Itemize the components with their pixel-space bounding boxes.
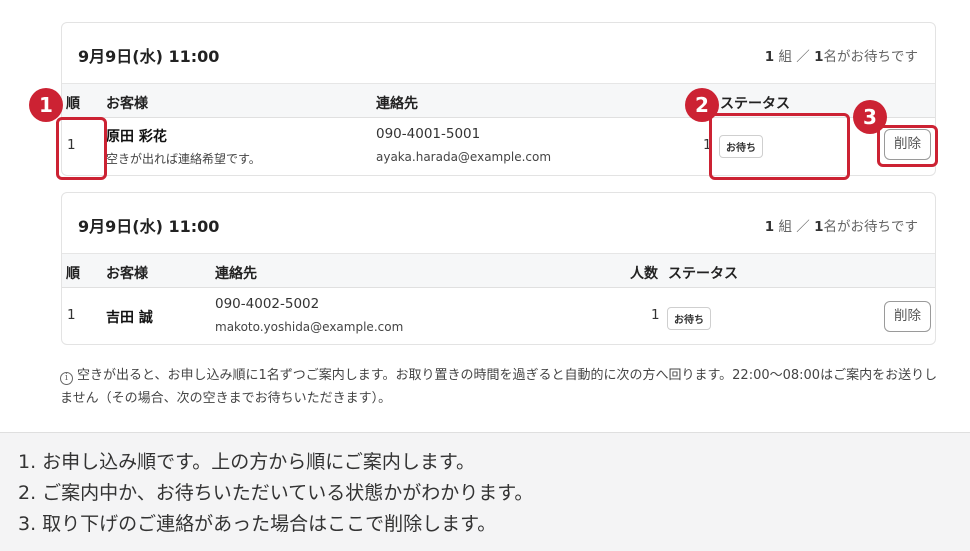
header-customer: お客様 — [106, 96, 148, 112]
notice-text: 空きが出ると、お申し込み順に1名ずつご案内します。お取り置きの時間を過ぎると自動… — [60, 368, 938, 406]
legend-item-3: 3. 取り下げのご連絡があった場合はここで削除します。 — [18, 513, 497, 535]
waiting-count: 1 組 ／ 1名がお待ちです — [764, 49, 918, 65]
customer-email: makoto.yoshida@example.com — [215, 320, 404, 334]
marker-2: 2 — [685, 88, 719, 122]
customer-name: 原田 彩花 — [106, 129, 167, 145]
highlight-delete — [877, 125, 938, 167]
header-contact: 連絡先 — [376, 96, 418, 112]
row-order: 1 — [67, 307, 76, 323]
queue-notice: i 空きが出ると、お申し込み順に1名ずつご案内します。お取り置きの時間を過ぎると自… — [60, 364, 940, 410]
info-icon: i — [60, 372, 73, 385]
waitlist-card-2: 9月9日(水) 11:00 1 組 ／ 1名がお待ちです 順 お客様 連絡先 人… — [61, 192, 936, 345]
waiting-count: 1 組 ／ 1名がお待ちです — [764, 219, 918, 235]
card-header: 9月9日(水) 11:00 1 組 ／ 1名がお待ちです — [62, 193, 935, 254]
header-order: 順 — [66, 96, 80, 112]
card-header: 9月9日(水) 11:00 1 組 ／ 1名がお待ちです — [62, 23, 935, 84]
slot-title: 9月9日(水) 11:00 — [78, 47, 220, 66]
legend-panel: 1. お申し込み順です。上の方から順にご案内します。 2. ご案内中か、お待ちい… — [0, 432, 970, 551]
party-size: 1 — [651, 307, 660, 323]
legend-item-2: 2. ご案内中か、お待ちいただいている状態かがわかります。 — [18, 482, 534, 504]
header-people: 人数 — [630, 266, 658, 282]
table-header: 順 お客様 連絡先 人数 ステータス — [62, 254, 935, 288]
marker-3: 3 — [853, 100, 887, 134]
table-row: 1 吉田 誠 090-4002-5002 makoto.yoshida@exam… — [62, 288, 935, 344]
customer-phone: 090-4001-5001 — [376, 126, 481, 142]
delete-button[interactable]: 削除 — [884, 301, 931, 332]
header-contact: 連絡先 — [215, 266, 257, 282]
customer-name: 吉田 誠 — [106, 310, 153, 326]
customer-email: ayaka.harada@example.com — [376, 150, 552, 164]
legend-item-1: 1. お申し込み順です。上の方から順にご案内します。 — [18, 451, 475, 473]
customer-note: 空きが出れば連絡希望です。 — [106, 152, 261, 166]
customer-phone: 090-4002-5002 — [215, 296, 320, 312]
header-customer: お客様 — [106, 266, 148, 282]
header-order: 順 — [66, 266, 80, 282]
slot-title: 9月9日(水) 11:00 — [78, 217, 220, 236]
header-status: ステータス — [720, 96, 790, 112]
marker-1: 1 — [29, 88, 63, 122]
status-badge: お待ち — [667, 307, 711, 330]
highlight-status — [709, 113, 850, 180]
highlight-order — [56, 117, 107, 180]
header-status: ステータス — [668, 266, 738, 282]
